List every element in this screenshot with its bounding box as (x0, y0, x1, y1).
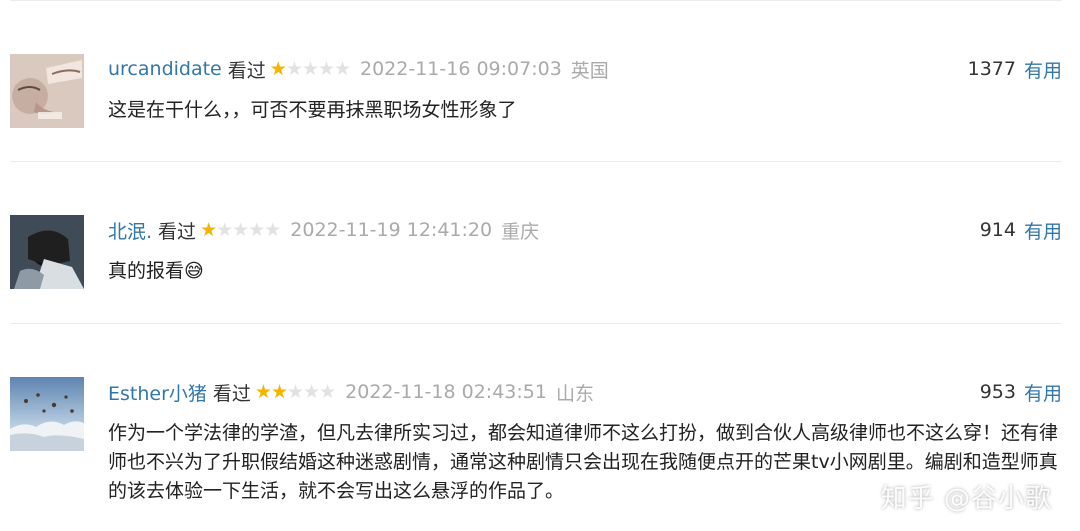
comment-divider (10, 323, 1062, 324)
comment-time: 2022-11-16 09:07:03 (360, 58, 562, 80)
watermark-text: 知乎 @谷小歌 (880, 484, 1052, 514)
star-icon: ★ (269, 58, 287, 80)
votes-count: 914 (979, 219, 1016, 241)
votes-count: 953 (979, 381, 1016, 403)
star-icon: ★ (232, 219, 249, 241)
star-icon: ★ (333, 58, 351, 80)
rating-stars: ★ ★ ★ ★ ★ (200, 219, 281, 241)
star-icon: ★ (317, 58, 335, 80)
votes-area: 953 有用 (980, 377, 1062, 407)
username-link[interactable]: urcandidate (108, 58, 222, 80)
votes-area: 1377 有用 (968, 54, 1062, 84)
comment-time: 2022-11-19 12:41:20 (290, 219, 493, 241)
watched-label: 看过 (212, 382, 251, 405)
watched-label: 看过 (158, 220, 197, 243)
star-icon: ★ (254, 381, 272, 403)
avatar[interactable] (10, 377, 84, 451)
useful-button[interactable]: 有用 (1024, 56, 1062, 83)
comment-location: 重庆 (501, 220, 540, 243)
star-icon: ★ (303, 381, 320, 403)
avatar-image (10, 215, 84, 289)
comment-text: 真的报看😅 (108, 260, 204, 282)
comment-meta: 北泯. 看过 ★ ★ ★ ★ ★ 2022-11-19 12:41:20 重庆 (108, 215, 539, 245)
comment-meta: urcandidate 看过 ★ ★ ★ ★ ★ 2022-11-16 09:0… (108, 54, 609, 84)
useful-button[interactable]: 有用 (1024, 217, 1062, 244)
comment-location: 英国 (570, 59, 609, 82)
comment-text: 这是在干什么，，可否不要再抹黑职场女性形象了 (108, 99, 517, 121)
star-icon: ★ (285, 58, 303, 80)
star-icon: ★ (200, 219, 217, 241)
username-link[interactable]: Esther小猪 (108, 379, 207, 406)
avatar-image (10, 54, 84, 128)
star-icon: ★ (264, 219, 281, 241)
votes-area: 914 有用 (980, 215, 1062, 245)
comment-time: 2022-11-18 02:43:51 (345, 381, 547, 403)
avatar-image (10, 377, 84, 451)
rating-stars: ★ ★ ★ ★ ★ (254, 381, 336, 403)
avatar[interactable] (10, 215, 84, 289)
votes-count: 1377 (967, 58, 1016, 80)
star-icon: ★ (287, 381, 304, 403)
star-icon: ★ (301, 58, 319, 80)
star-icon: ★ (319, 381, 336, 403)
star-icon: ★ (216, 219, 233, 241)
comment-item: urcandidate 看过 ★ ★ ★ ★ ★ 2022-11-16 09:0… (10, 54, 1062, 154)
watched-label: 看过 (227, 59, 266, 82)
comment-list: urcandidate 看过 ★ ★ ★ ★ ★ 2022-11-16 09:0… (0, 0, 1080, 531)
useful-button[interactable]: 有用 (1024, 379, 1062, 406)
star-icon: ★ (270, 381, 288, 403)
comment-item: 北泯. 看过 ★ ★ ★ ★ ★ 2022-11-19 12:41:20 重庆 … (10, 215, 1062, 315)
avatar[interactable] (10, 54, 84, 128)
star-icon: ★ (248, 219, 265, 241)
username-link[interactable]: 北泯. (108, 217, 152, 244)
rating-stars: ★ ★ ★ ★ ★ (269, 58, 351, 80)
top-divider (10, 0, 1062, 1)
comment-divider (10, 161, 1062, 162)
comment-meta: Esther小猪 看过 ★ ★ ★ ★ ★ 2022-11-18 02:43:5… (108, 377, 594, 407)
comment-location: 山东 (555, 382, 594, 405)
